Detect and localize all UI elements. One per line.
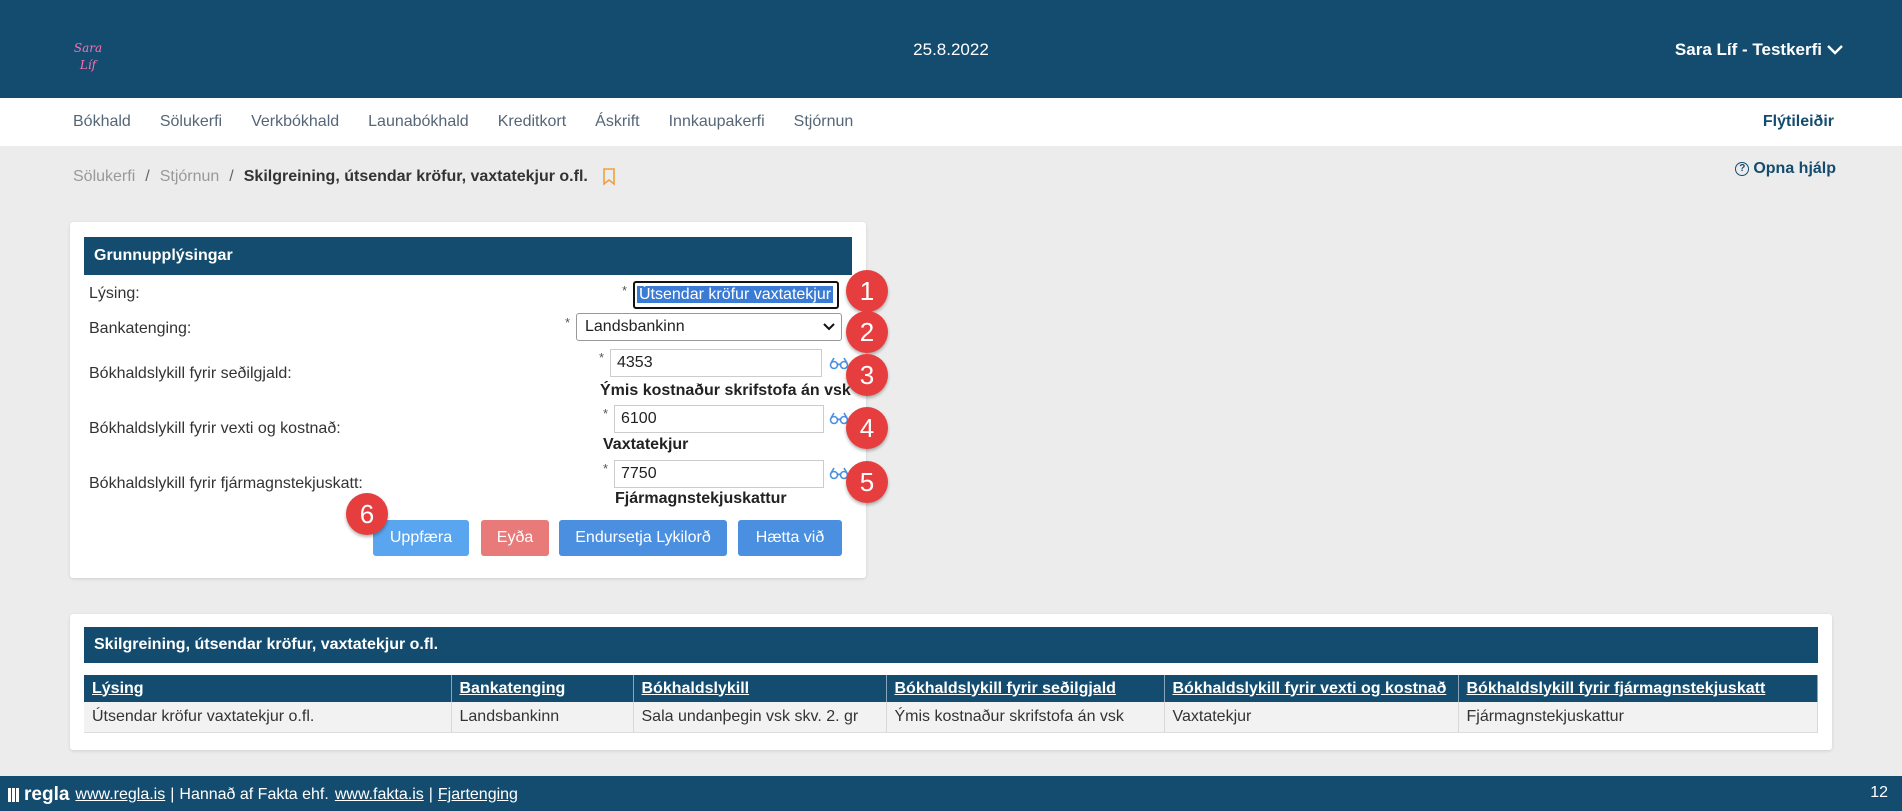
- step-badge-2: 2: [846, 311, 888, 353]
- vextir-label: Bókhaldslykill fyrir vexti og kostnað:: [89, 420, 341, 437]
- table-cell: Ýmis kostnaður skrifstofa án vsk: [886, 702, 1165, 733]
- required-mark: *: [622, 283, 628, 298]
- user-menu[interactable]: Sara Líf - Testkerfi: [1675, 40, 1844, 60]
- column-header-bankatenging[interactable]: Bankatenging: [451, 675, 634, 702]
- current-date: 25.8.2022: [913, 40, 989, 59]
- data-table: Lýsing Bankatenging Bókhaldslykill Bókha…: [84, 675, 1818, 733]
- lysing-label: Lýsing:: [89, 285, 140, 302]
- table-cell: Vaxtatekjur: [1164, 702, 1459, 733]
- update-button[interactable]: Uppfæra: [373, 520, 469, 556]
- column-header-fjarmagn[interactable]: Bókhaldslykill fyrir fjármagnstekjuskatt: [1458, 675, 1818, 702]
- reset-password-button[interactable]: Endursetja Lykilorð: [559, 520, 727, 556]
- breadcrumb-item-solukerfi[interactable]: Sölukerfi: [73, 168, 135, 186]
- regla-link[interactable]: www.regla.is: [75, 786, 165, 804]
- column-header-sedilgjald[interactable]: Bókhaldslykill fyrir seðilgjald: [886, 675, 1165, 702]
- lysing-input[interactable]: Útsendar kröfur vaxtatekjur: [633, 281, 839, 309]
- help-label: Opna hjálp: [1753, 160, 1836, 177]
- column-header-bokhaldslykill[interactable]: Bókhaldslykill: [633, 675, 887, 702]
- chevron-down-icon: [1827, 45, 1843, 55]
- footer-separator: |: [428, 786, 433, 803]
- nav-item-solukerfi[interactable]: Sölukerfi: [160, 113, 222, 131]
- regla-logo-text: regla: [24, 784, 70, 805]
- table-cell: Landsbankinn: [451, 702, 634, 733]
- step-badge-6: 6: [346, 493, 388, 535]
- table-cell: Sala undanþegin vsk skv. 2. gr: [633, 702, 887, 733]
- nav-item-verkbokhald[interactable]: Verkbókhald: [251, 113, 339, 131]
- breadcrumb-separator: /: [145, 168, 150, 185]
- table-row[interactable]: Útsendar kröfur vaxtatekjur o.fl. Landsb…: [84, 702, 1818, 733]
- bankatenging-value: Landsbankinn: [585, 318, 685, 335]
- bookmark-icon[interactable]: [602, 168, 616, 186]
- nav-item-bokhald[interactable]: Bókhald: [73, 113, 131, 131]
- nav-item-launabokhald[interactable]: Launabókhald: [368, 113, 469, 131]
- fjarmagn-input[interactable]: 7750: [614, 460, 824, 488]
- fjarmagn-account-name: Fjármagnstekjuskattur: [615, 490, 787, 507]
- fakta-link[interactable]: www.fakta.is: [335, 786, 424, 804]
- footer-credit-text: Hannað af Fakta ehf.: [179, 786, 329, 803]
- page-number: 12: [1870, 784, 1888, 801]
- remote-access-link[interactable]: Fjartenging: [438, 786, 518, 804]
- chevron-down-icon: [823, 323, 835, 331]
- shortcuts-link[interactable]: Flýtileiðir: [1763, 113, 1834, 131]
- breadcrumb-separator: /: [229, 168, 234, 185]
- regla-logo: regla: [8, 784, 69, 806]
- bankatenging-select[interactable]: Landsbankinn: [576, 313, 842, 341]
- delete-button[interactable]: Eyða: [481, 520, 549, 556]
- nav-item-kreditkort[interactable]: Kreditkort: [498, 113, 566, 131]
- required-mark: *: [599, 350, 605, 365]
- nav-item-askrift[interactable]: Áskrift: [595, 113, 639, 131]
- fjarmagn-label: Bókhaldslykill fyrir fjármagnstekjuskatt…: [89, 475, 363, 492]
- footer-separator: |: [170, 786, 175, 803]
- sedilgjald-account-name: Ýmis kostnaður skrifstofa án vsk: [600, 382, 851, 399]
- table-cell: Útsendar kröfur vaxtatekjur o.fl.: [84, 702, 452, 733]
- form-panel-title: Grunnupplýsingar: [84, 237, 852, 275]
- breadcrumb-item-stjornun[interactable]: Stjórnun: [160, 168, 220, 186]
- nav-item-stjornun[interactable]: Stjórnun: [794, 113, 854, 131]
- cancel-button[interactable]: Hætta við: [738, 520, 842, 556]
- help-icon: ?: [1735, 162, 1750, 176]
- lysing-input-value: Útsendar kröfur vaxtatekjur: [637, 286, 834, 303]
- form-card: Grunnupplýsingar Lýsing: * Útsendar kröf…: [70, 222, 866, 578]
- page-title: Skilgreining, útsendar kröfur, vaxtatekj…: [243, 168, 588, 185]
- regla-grid-icon: [8, 788, 19, 802]
- table-header-row: Lýsing Bankatenging Bókhaldslykill Bókha…: [84, 675, 1818, 702]
- required-mark: *: [565, 315, 571, 330]
- table-panel-title: Skilgreining, útsendar kröfur, vaxtatekj…: [84, 627, 1818, 663]
- step-badge-4: 4: [846, 407, 888, 449]
- user-name: Sara Líf - Testkerfi: [1674, 40, 1822, 59]
- sedilgjald-label: Bókhaldslykill fyrir seðilgjald:: [89, 365, 292, 382]
- column-header-lysing[interactable]: Lýsing: [84, 675, 452, 702]
- bankatenging-label: Bankatenging:: [89, 320, 192, 337]
- step-badge-1: 1: [846, 270, 888, 312]
- required-mark: *: [603, 406, 609, 421]
- top-bar: Sara Líf 25.8.2022 Sara Líf - Testkerfi: [0, 0, 1902, 98]
- column-header-vextir[interactable]: Bókhaldslykill fyrir vexti og kostnað: [1164, 675, 1459, 702]
- main-nav: Bókhald Sölukerfi Verkbókhald Launabókha…: [0, 98, 1902, 146]
- footer: regla www.regla.is | Hannað af Fakta ehf…: [0, 776, 1902, 811]
- step-badge-5: 5: [846, 461, 888, 503]
- table-card: Skilgreining, útsendar kröfur, vaxtatekj…: [70, 614, 1832, 750]
- sedilgjald-input[interactable]: 4353: [610, 349, 822, 377]
- vextir-input[interactable]: 6100: [614, 405, 824, 433]
- step-badge-3: 3: [846, 354, 888, 396]
- help-link[interactable]: ? Opna hjálp: [1735, 160, 1836, 178]
- breadcrumb: Sölukerfi / Stjórnun / Skilgreining, úts…: [73, 168, 616, 186]
- nav-item-innkaupakerfi[interactable]: Innkaupakerfi: [669, 113, 765, 131]
- table-cell: Fjármagnstekjuskattur: [1458, 702, 1818, 733]
- required-mark: *: [603, 461, 609, 476]
- vextir-account-name: Vaxtatekjur: [603, 436, 689, 453]
